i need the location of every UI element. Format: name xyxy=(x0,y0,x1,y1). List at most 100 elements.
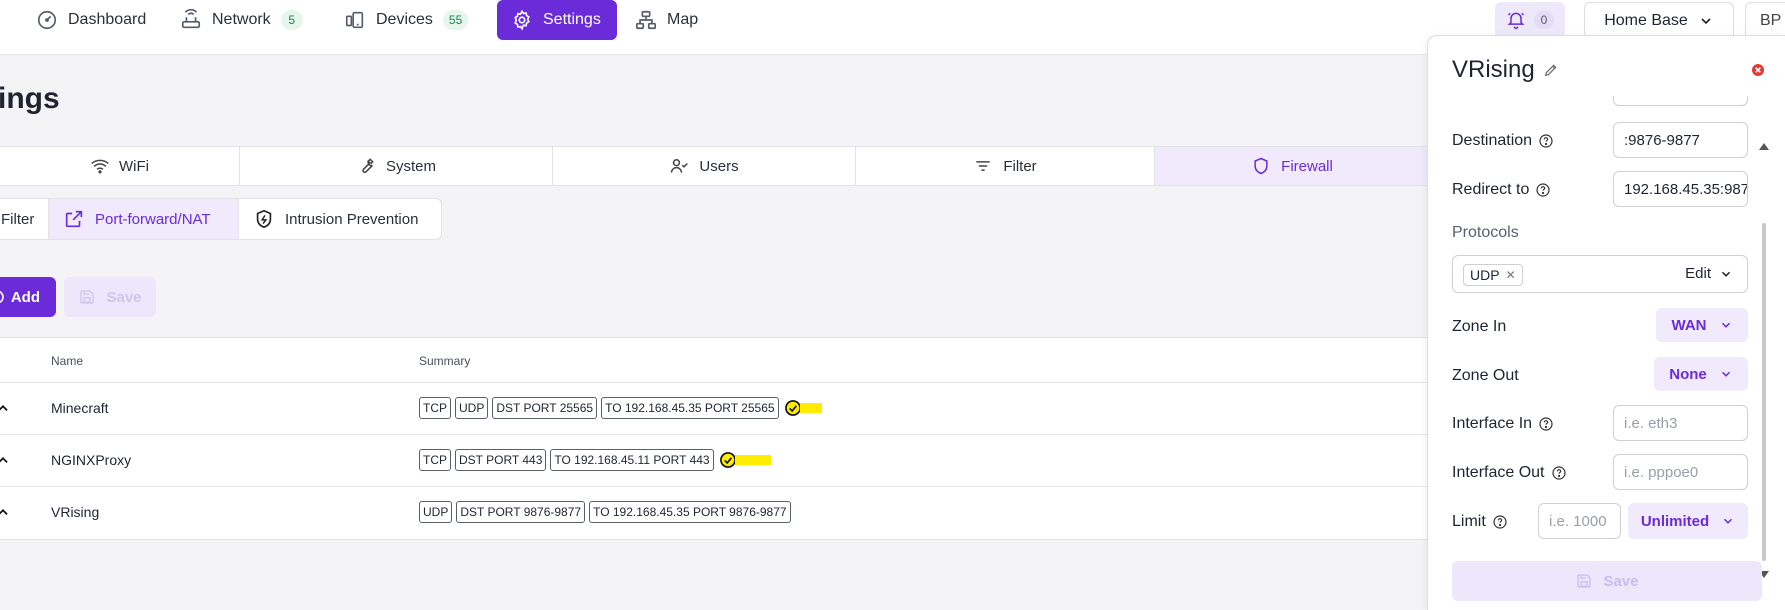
port-forward-table: Name Summary Minecraft TCP UDP DST PORT … xyxy=(0,337,1430,540)
subtab-port-forward[interactable]: Port-forward/NAT xyxy=(49,199,239,239)
limit-unit-value: Unlimited xyxy=(1640,512,1710,530)
redirect-label-text: Redirect to xyxy=(1452,181,1530,198)
summary-chip: TCP xyxy=(419,397,451,419)
users-icon xyxy=(669,156,689,176)
close-icon[interactable] xyxy=(1750,62,1766,78)
pencil-icon[interactable] xyxy=(1543,62,1559,78)
chevron-down-icon xyxy=(1698,13,1714,29)
add-button-label: Add xyxy=(10,288,40,306)
nav-settings[interactable]: Settings xyxy=(497,0,617,40)
help-icon[interactable] xyxy=(1535,182,1551,198)
table-header: Name Summary xyxy=(0,338,1430,383)
wrench-icon xyxy=(356,156,376,176)
row-summary: TCP UDP DST PORT 25565 TO 192.168.45.35 … xyxy=(419,397,822,419)
nav-dashboard[interactable]: Dashboard xyxy=(22,0,160,40)
chevron-down-icon xyxy=(1719,267,1733,281)
add-button[interactable]: Add xyxy=(0,277,56,317)
floppy-icon xyxy=(1575,572,1593,590)
nav-label: Map xyxy=(667,11,699,28)
limit-label-text: Limit xyxy=(1452,513,1486,530)
sub-tabs: Filter Port-forward/NAT Intrusion Preven… xyxy=(0,198,442,240)
summary-chip: DST PORT 9876-9877 xyxy=(456,501,586,523)
panel-scrollbar[interactable] xyxy=(1756,111,1772,578)
zone-out-select[interactable]: None xyxy=(1654,357,1748,391)
chevron-up-icon[interactable] xyxy=(0,401,10,415)
zone-in-value: WAN xyxy=(1671,316,1707,334)
gauge-icon xyxy=(36,9,58,31)
row-name: VRising xyxy=(51,504,100,520)
scroll-thumb[interactable] xyxy=(1762,223,1766,561)
status-indicator xyxy=(783,398,822,418)
table-row[interactable]: VRising UDP DST PORT 9876-9877 TO 192.16… xyxy=(0,487,1430,539)
status-indicator xyxy=(718,450,771,470)
nav-devices[interactable]: Devices 55 xyxy=(330,0,482,40)
interface-out-field[interactable]: i.e. pppoe0 xyxy=(1613,454,1748,490)
tab-users[interactable]: Users xyxy=(553,147,856,185)
notifications-button[interactable]: 0 xyxy=(1495,2,1565,38)
nav-network[interactable]: Network 5 xyxy=(166,0,317,40)
network-count-badge: 5 xyxy=(280,10,303,30)
chevron-down-icon xyxy=(1719,367,1733,381)
destination-label-text: Destination xyxy=(1452,132,1533,149)
chevron-up-icon[interactable] xyxy=(0,505,10,519)
plus-circle-icon xyxy=(0,289,5,305)
help-icon[interactable] xyxy=(1551,465,1567,481)
filter-icon xyxy=(973,156,993,176)
zone-out-value: None xyxy=(1669,365,1707,383)
scroll-up-arrow[interactable] xyxy=(1759,143,1769,150)
row-summary: TCP DST PORT 443 TO 192.168.45.11 PORT 4… xyxy=(419,449,771,471)
help-icon[interactable] xyxy=(1538,416,1554,432)
help-icon[interactable] xyxy=(1492,514,1508,530)
subtab-filter[interactable]: Filter xyxy=(0,199,49,239)
protocols-select[interactable]: UDP ✕ Edit xyxy=(1452,255,1748,293)
tab-wifi[interactable]: WiFi xyxy=(0,147,240,185)
devices-count-badge: 55 xyxy=(442,10,469,30)
summary-chip: TCP xyxy=(419,449,451,471)
interface-out-label-text: Interface Out xyxy=(1452,464,1545,481)
tab-label: Firewall xyxy=(1281,157,1333,175)
devices-icon xyxy=(344,9,366,31)
protocols-edit-label: Edit xyxy=(1685,265,1711,282)
column-header-summary: Summary xyxy=(419,354,471,368)
save-button-label: Save xyxy=(106,288,142,306)
panel-save-button[interactable]: Save xyxy=(1452,561,1762,601)
summary-chip: TO 192.168.45.35 PORT 25565 xyxy=(601,397,779,419)
notifications-count: 0 xyxy=(1533,11,1555,29)
source-field-partial[interactable] xyxy=(1613,96,1748,106)
chevron-down-icon xyxy=(1721,514,1735,528)
subtab-label: Intrusion Prevention xyxy=(285,210,419,228)
zone-in-select[interactable]: WAN xyxy=(1656,308,1748,342)
interface-in-field[interactable]: i.e. eth3 xyxy=(1613,405,1748,441)
row-summary: UDP DST PORT 9876-9877 TO 192.168.45.35 … xyxy=(419,501,791,523)
summary-chip: TO 192.168.45.11 PORT 443 xyxy=(550,449,714,471)
table-row[interactable]: NGINXProxy TCP DST PORT 443 TO 192.168.4… xyxy=(0,435,1430,487)
subtab-label: Port-forward/NAT xyxy=(95,210,211,228)
save-button[interactable]: Save xyxy=(64,277,156,317)
column-header-name: Name xyxy=(51,354,84,368)
chevron-up-icon[interactable] xyxy=(0,453,10,467)
tab-firewall[interactable]: Firewall xyxy=(1155,147,1429,185)
panel-save-label: Save xyxy=(1603,572,1639,590)
tab-system[interactable]: System xyxy=(240,147,553,185)
gear-icon xyxy=(511,9,533,31)
floppy-icon xyxy=(78,288,96,306)
table-row[interactable]: Minecraft TCP UDP DST PORT 25565 TO 192.… xyxy=(0,383,1430,435)
tab-filter[interactable]: Filter xyxy=(856,147,1155,185)
shield-bolt-icon xyxy=(253,208,275,230)
protocol-chip: UDP ✕ xyxy=(1463,264,1523,286)
limit-field[interactable]: i.e. 1000 xyxy=(1538,503,1621,539)
interface-out-label: Interface Out xyxy=(1452,464,1567,482)
remove-chip-icon[interactable]: ✕ xyxy=(1506,268,1516,282)
nav-map[interactable]: Map xyxy=(621,0,712,40)
protocols-edit-button[interactable]: Edit xyxy=(1685,265,1733,282)
summary-chip: DST PORT 25565 xyxy=(492,397,598,419)
redirect-label: Redirect to xyxy=(1452,181,1551,199)
destination-field[interactable]: :9876-9877 xyxy=(1613,122,1748,158)
limit-unit-select[interactable]: Unlimited xyxy=(1628,503,1748,539)
help-icon[interactable] xyxy=(1538,133,1554,149)
summary-chip: TO 192.168.45.35 PORT 9876-9877 xyxy=(589,501,791,523)
nav-label: Network xyxy=(212,11,271,28)
subtab-intrusion-prevention[interactable]: Intrusion Prevention xyxy=(239,199,441,239)
chevron-down-icon xyxy=(1719,318,1733,332)
redirect-field[interactable]: 192.168.45.35:9876-9877 xyxy=(1613,171,1748,207)
